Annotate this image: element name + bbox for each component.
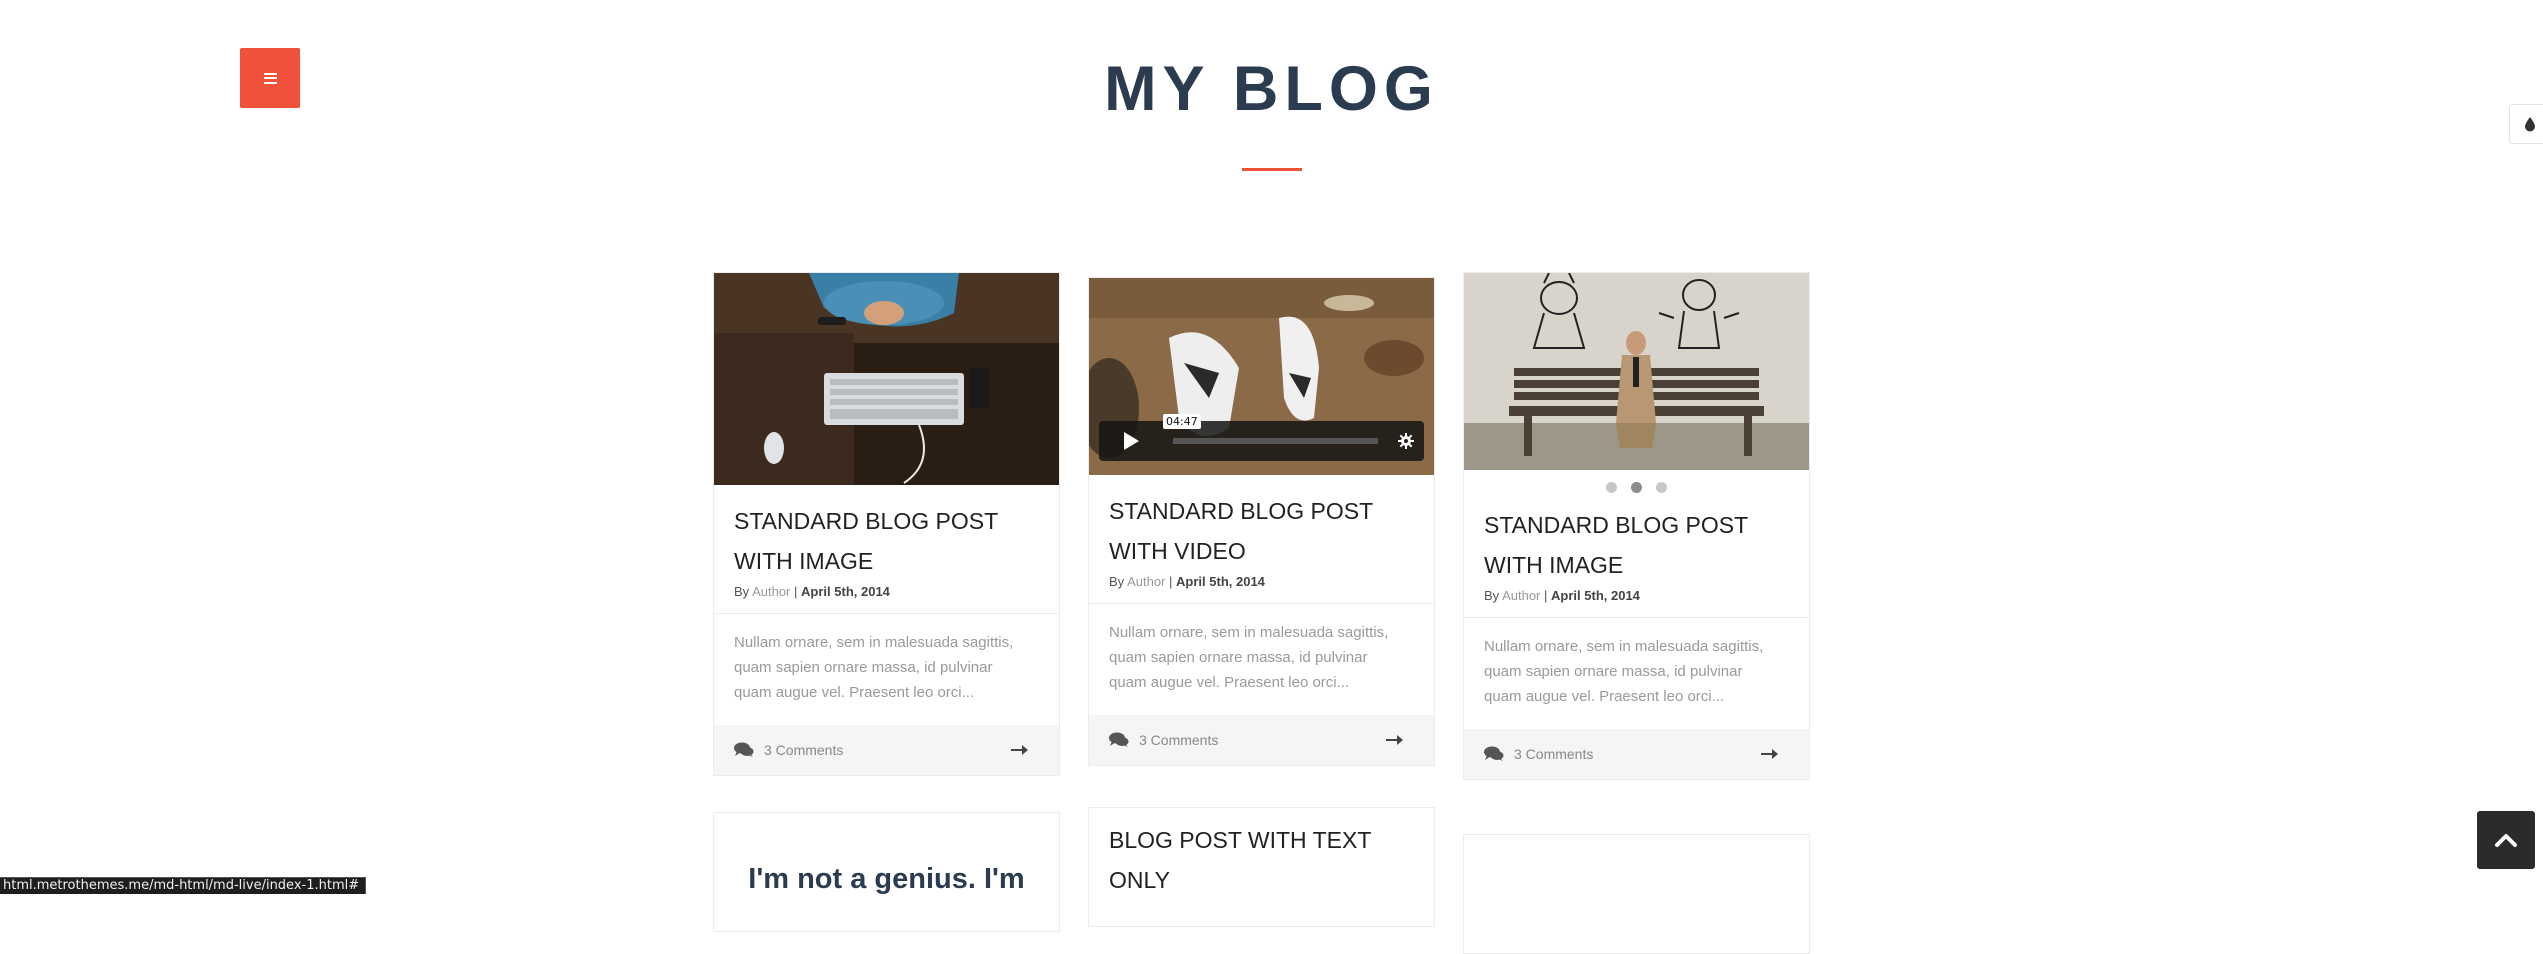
chevron-up-icon <box>2495 834 2517 847</box>
slider-pagination <box>1464 470 1809 497</box>
post-date: April 5th, 2014 <box>1551 588 1640 603</box>
author-link[interactable]: Author <box>1502 588 1540 603</box>
quote-text: I'm not a genius. I'm <box>748 863 1025 895</box>
post-title[interactable]: STANDARD BLOG POST WITH VIDEO <box>1109 491 1414 571</box>
post-excerpt: Nullam ornare, sem in malesuada sagittis… <box>1089 603 1434 715</box>
post-footer: 3 Comments <box>1089 715 1434 765</box>
page-title: MY BLOG <box>1104 54 1439 124</box>
post-title[interactable]: STANDARD BLOG POST WITH IMAGE <box>734 501 1039 581</box>
slider-dot-active[interactable] <box>1631 482 1642 493</box>
video-settings-button[interactable] <box>1388 421 1424 461</box>
comments-icon <box>734 742 754 757</box>
author-link[interactable]: Author <box>752 584 790 599</box>
post-meta: By Author | April 5th, 2014 <box>1109 574 1265 589</box>
post-footer: 3 Comments <box>714 725 1059 775</box>
blog-card-quote: I'm not a genius. I'm <box>713 812 1060 932</box>
blog-card-video: 04:47 STANDARD BLOG POST WITH VIDEO By A… <box>1088 277 1435 766</box>
comments-link[interactable]: 3 Comments <box>1109 732 1218 748</box>
comments-icon <box>1484 746 1504 761</box>
blog-card-next <box>1463 834 1810 954</box>
post-date: April 5th, 2014 <box>801 584 890 599</box>
arrow-right-icon <box>1386 735 1403 745</box>
read-more-arrow[interactable] <box>1761 748 1779 760</box>
arrow-right-icon <box>1761 749 1778 759</box>
post-image[interactable] <box>714 273 1059 485</box>
post-excerpt: Nullam ornare, sem in malesuada sagittis… <box>1464 617 1809 729</box>
play-button[interactable] <box>1099 421 1163 461</box>
read-more-arrow[interactable] <box>1011 744 1029 756</box>
video-progress[interactable]: 04:47 <box>1163 414 1378 444</box>
blog-card-gallery: STANDARD BLOG POST WITH IMAGE By Author |… <box>1463 272 1810 780</box>
author-link[interactable]: Author <box>1127 574 1165 589</box>
post-image-slider[interactable] <box>1464 273 1809 470</box>
back-to-top-button[interactable] <box>2477 811 2535 869</box>
title-divider <box>1242 168 1302 171</box>
gear-icon <box>1398 433 1414 449</box>
post-title[interactable]: STANDARD BLOG POST WITH IMAGE <box>1484 505 1789 585</box>
post-meta: By Author | April 5th, 2014 <box>1484 588 1640 603</box>
post-meta: By Author | April 5th, 2014 <box>734 584 890 599</box>
arrow-right-icon <box>1011 745 1028 755</box>
read-more-arrow[interactable] <box>1386 734 1404 746</box>
play-icon <box>1124 432 1139 450</box>
blog-card-image: STANDARD BLOG POST WITH IMAGE By Author |… <box>713 272 1060 776</box>
slider-dot[interactable] <box>1606 482 1617 493</box>
comments-link[interactable]: 3 Comments <box>734 742 843 758</box>
comments-link[interactable]: 3 Comments <box>1484 746 1593 762</box>
post-footer: 3 Comments <box>1464 729 1809 779</box>
video-controls: 04:47 <box>1099 414 1424 461</box>
post-video[interactable]: 04:47 <box>1089 278 1434 475</box>
post-title[interactable]: BLOG POST WITH TEXT ONLY <box>1109 820 1414 900</box>
post-excerpt: Nullam ornare, sem in malesuada sagittis… <box>714 613 1059 725</box>
slider-dot[interactable] <box>1656 482 1667 493</box>
video-time: 04:47 <box>1163 414 1201 429</box>
browser-status-url: html.metrothemes.me/md-html/md-live/inde… <box>0 877 367 894</box>
comments-icon <box>1109 732 1129 747</box>
droplet-icon <box>2525 117 2535 132</box>
blog-card-text: BLOG POST WITH TEXT ONLY <box>1088 807 1435 927</box>
post-date: April 5th, 2014 <box>1176 574 1265 589</box>
style-switcher-toggle[interactable] <box>2509 104 2543 144</box>
